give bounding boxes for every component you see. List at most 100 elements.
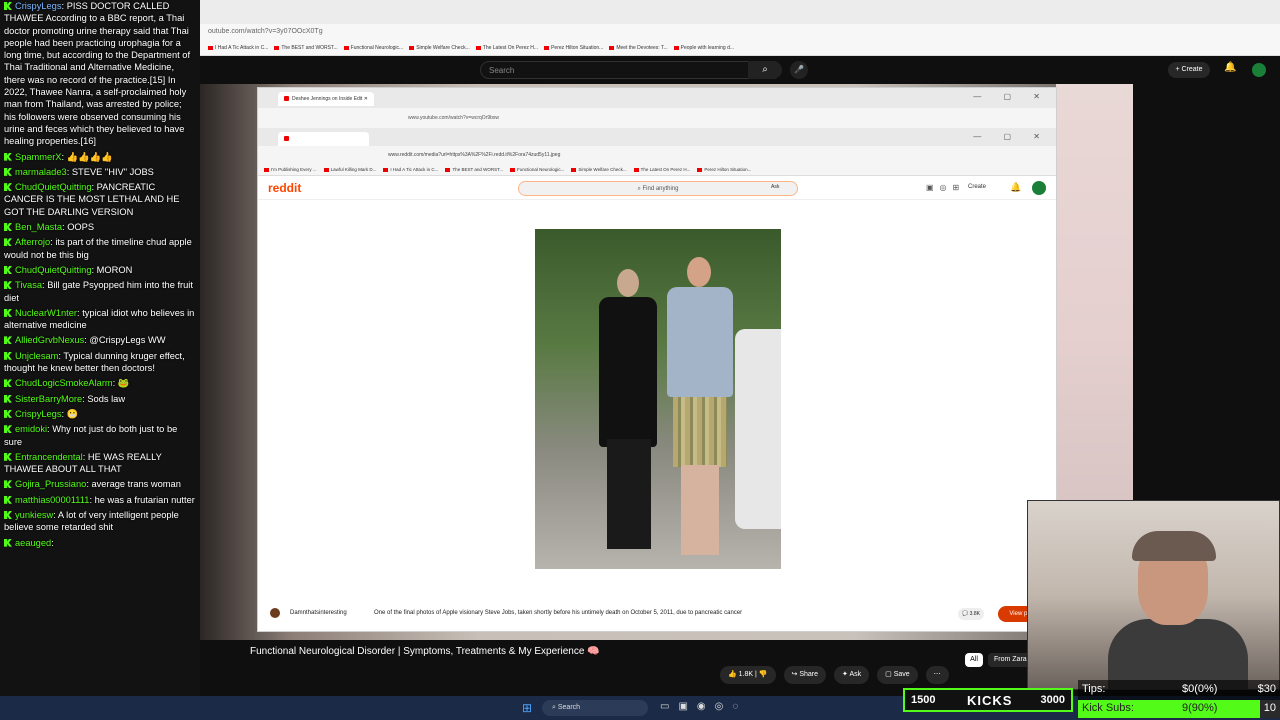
inner-bookmark[interactable]: Perez Hilton Situation... [697,167,751,172]
tab-youtube[interactable]: Deshee Jennings on Inside Edit ✕ [278,92,374,106]
reddit-logo[interactable]: reddit [268,181,301,195]
chat-username[interactable]: SpammerX [15,152,62,162]
reddit-toolbar-icons[interactable]: ▣◎⊞ [926,183,965,192]
save-button[interactable]: ▢ Save [877,666,918,684]
chat-text: OOPS [67,222,95,233]
kick-badge-icon [4,183,12,192]
chat-text: MORON [96,264,133,275]
search-icon[interactable]: ⌕ [748,61,782,79]
goal-target: 3000 [1040,694,1065,706]
chat-username[interactable]: Ben_Masta [15,222,62,232]
inner-bookmark[interactable]: The BEST and WORST... [445,167,503,172]
inner-bookmark[interactable]: I'm Publishing Every ... [264,167,317,172]
inner-bookmark[interactable]: Simple Welfare Check... [571,167,626,172]
more-options-icon[interactable]: ⋯ [925,666,949,684]
chat-username[interactable]: emidoki [15,424,47,434]
reddit-tab-icon [284,136,289,142]
inner-address-bar-1[interactable]: www.youtube.com/watch?v=wcrqOr9bsw [258,108,1056,128]
reddit-search-input[interactable]: ⌕ Find anything [518,181,798,196]
chat-username[interactable]: CrispyLegs [15,1,62,11]
save-label: Save [893,671,910,678]
chat-message: Ben_Masta: OOPS [4,221,196,233]
taskbar-search[interactable]: ⌕ Search [542,700,648,716]
outer-tab-strip[interactable] [200,0,1280,24]
tab-label: Deshee Jennings on Inside Edit [292,96,363,102]
outer-bookmark[interactable]: People with learning d... [674,45,734,52]
chat-message: ChudQuietQuitting: MORON [4,264,196,276]
tips-label: Tips: [1082,683,1106,695]
chat-username[interactable]: ChudQuietQuitting [15,182,92,192]
outer-bookmarks-bar: I Had A Tic Attack in C... The BEST and W… [200,42,1280,56]
filter-chip-from-zara[interactable]: From Zara [988,653,1033,667]
taskbar-app-icons[interactable]: ▭▣◉◎◌ [660,701,747,712]
youtube-search-input[interactable]: Search [480,61,776,79]
outer-bookmark[interactable]: I Had A Tic Attack in C... [208,45,268,52]
chat-username[interactable]: Unjclesam [15,351,58,361]
inner-bookmark[interactable]: The Latest On Perez H... [634,167,691,172]
video-actions: 👍 1.8K | 👎 ↪ Share ✦ Ask ▢ Save ⋯ [720,666,949,684]
youtube-icon [284,96,289,102]
kick-badge-icon [4,351,12,360]
chat-username[interactable]: Entrancendental [15,452,83,462]
share-button[interactable]: ↪ Share [783,666,827,684]
avatar[interactable] [1252,63,1266,77]
outer-bookmark[interactable]: Meet the Devotees: T... [609,45,667,52]
chat-username[interactable]: AlliedGrvbNexus [15,335,84,345]
outer-bookmark[interactable]: Perez Hilton Situation... [544,45,603,52]
taskbar-search-label: Search [557,704,581,711]
create-button[interactable]: + Create [1168,62,1210,78]
chat-username[interactable]: CrispyLegs [15,409,62,419]
comments-button[interactable]: 💬 3.8K [958,608,984,620]
chat-username[interactable]: matthias00001111 [15,495,89,505]
ask-button[interactable]: ✦ Ask [834,666,870,684]
outer-address-bar[interactable]: outube.com/watch?v=3y07OOcX0Tg [200,24,1280,42]
avatar[interactable] [1032,181,1046,195]
kick-badge-icon [4,495,12,504]
bell-icon[interactable]: 🔔 [1224,62,1236,73]
kick-badge-icon [4,394,12,403]
window-controls[interactable]: — ▢ ✕ [973,132,1050,141]
post-image[interactable] [535,229,781,569]
kick-badge-icon [4,223,12,232]
inner-address-bar-2[interactable]: www.reddit.com/media?url=https%3A%2F%2Fi… [258,146,1056,164]
subreddit-avatar[interactable] [270,608,280,618]
comments-count: 3.8K [969,611,980,617]
tab-reddit[interactable]: Reddit - https://redd.it/qm74... ✕ [278,132,370,146]
notification-icon[interactable]: 🔔 [1010,182,1021,193]
chat-username[interactable]: Gojira_Prussiano [15,479,86,489]
chat-username[interactable]: ChudQuietQuitting [15,265,92,275]
window-controls[interactable]: — ▢ ✕ [973,92,1050,101]
chat-text: 😬 [66,408,79,419]
outer-bookmark[interactable]: Functional Neurologic... [344,45,404,52]
chat-username[interactable]: Tivasa [15,280,42,290]
outer-bookmark[interactable]: The BEST and WORST... [274,45,337,52]
inner-bookmark[interactable]: Lawful Killing Mark D... [324,167,377,172]
microphone-icon[interactable]: 🎤 [790,61,808,79]
outer-bookmark[interactable]: The Latest On Perez H... [476,45,538,52]
post-subreddit[interactable]: Damnthatsinteresting [290,610,347,616]
filter-chip-all[interactable]: All [965,653,983,667]
youtube-header: Search ⌕ 🎤 + Create 🔔 [200,56,1280,84]
chat-message: ChudQuietQuitting: PANCREATIC CANCER IS … [4,181,196,218]
outer-bookmark[interactable]: Simple Welfare Check... [409,45,470,52]
goal-current: 1500 [911,694,936,706]
stream-chat: CrispyLegs: PISS DOCTOR CALLED THAWEE Ac… [0,0,200,720]
kick-badge-icon [4,152,12,161]
chat-username[interactable]: Afterrojo [15,237,50,247]
chat-username[interactable]: NuclearW1nter [15,308,77,318]
windows-start-icon[interactable]: ⊞ [522,702,534,714]
chat-username[interactable]: yunkiesw [15,510,53,520]
kick-badge-icon [4,308,12,317]
inner-bookmark[interactable]: Functional Neurologic... [510,167,564,172]
chat-text: Sods law [87,393,126,404]
chat-username[interactable]: SisterBarryMore [15,394,82,404]
inner-bookmark[interactable]: I Had A Tic Attack in C... [383,167,438,172]
chat-username[interactable]: aeauged [15,538,51,548]
chat-username[interactable]: marmalade3 [15,167,67,177]
reddit-create-button[interactable]: Create [968,184,986,190]
like-button[interactable]: 👍 1.8K | 👎 [720,666,776,684]
chat-username[interactable]: ChudLogicSmokeAlarm [15,378,113,388]
ask-button[interactable]: Ask [771,184,779,190]
kick-badge-icon [4,167,12,176]
subs-max: 10 [1263,702,1276,714]
